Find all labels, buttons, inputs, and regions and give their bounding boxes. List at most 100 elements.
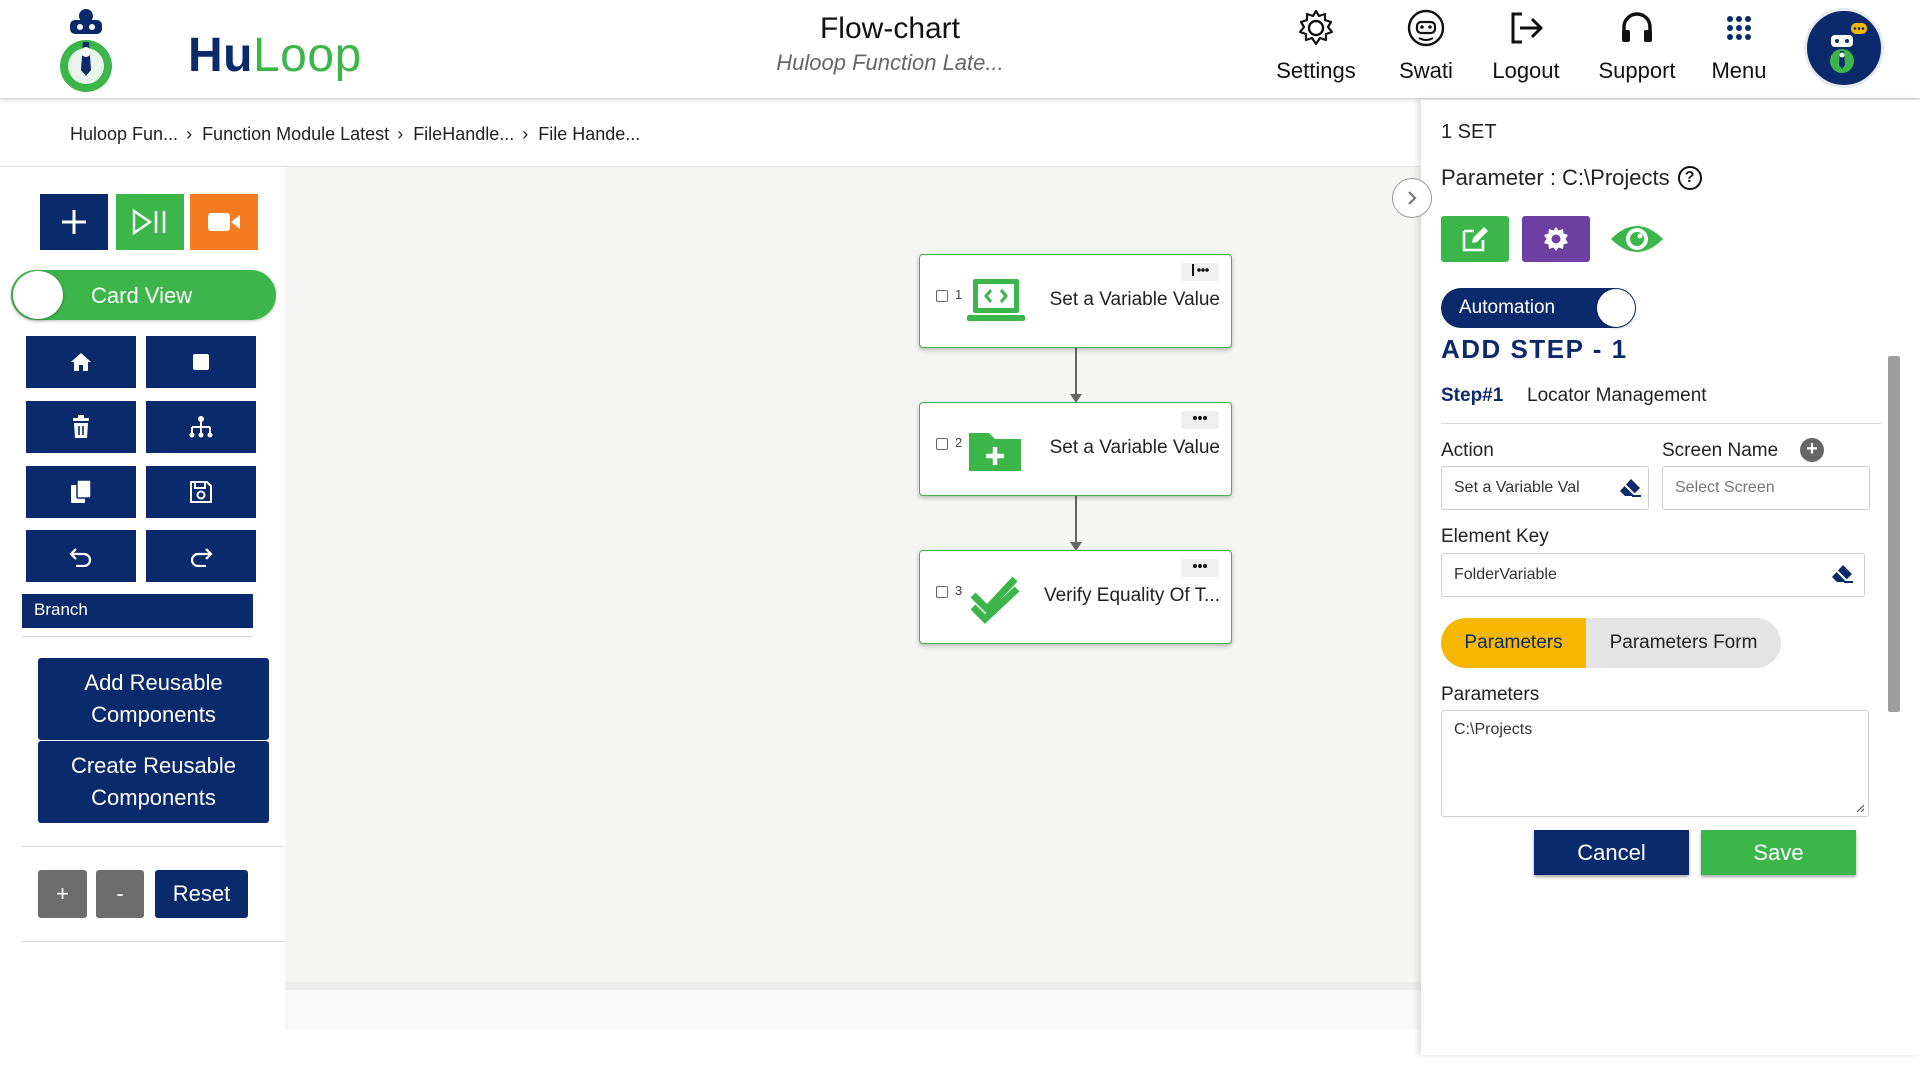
toggle-knob <box>13 271 63 319</box>
breadcrumb: Huloop Fun... › Function Module Latest ›… <box>70 124 640 145</box>
divider <box>22 941 284 942</box>
edit-step-button[interactable] <box>1441 216 1509 262</box>
reset-zoom-button[interactable]: Reset <box>155 870 248 918</box>
nav-user-swati[interactable]: Swati <box>1390 8 1462 88</box>
folder-plus-icon <box>969 433 1021 471</box>
home-button[interactable] <box>26 336 136 388</box>
undo-icon <box>69 548 92 567</box>
nav-logout[interactable]: Logout <box>1486 8 1566 88</box>
video-camera-icon <box>208 213 240 231</box>
copy-button[interactable] <box>26 466 136 518</box>
logout-icon <box>1511 12 1543 44</box>
stop-square-icon <box>193 354 209 370</box>
record-video-button[interactable] <box>190 194 258 250</box>
add-step-button[interactable] <box>40 194 108 250</box>
set-label: 1 SET <box>1441 121 1497 143</box>
step-checkbox[interactable] <box>936 586 948 598</box>
assistant-avatar[interactable] <box>1804 8 1884 88</box>
divider <box>1441 423 1881 424</box>
headset-icon <box>1622 12 1652 42</box>
canvas-scroll-area[interactable] <box>285 982 1421 1030</box>
play-pause-button[interactable] <box>116 194 184 250</box>
automation-toggle[interactable]: Automation <box>1441 288 1636 328</box>
action-label: Action <box>1441 440 1494 461</box>
save-button[interactable]: Save <box>1701 830 1856 875</box>
more-dots-icon <box>1193 416 1207 420</box>
laptop-code-icon <box>967 279 1025 321</box>
floppy-disk-icon <box>190 481 212 503</box>
step-options-button[interactable] <box>1181 263 1219 281</box>
chevron-right-icon <box>1408 191 1417 205</box>
step-name: Locator Management <box>1527 385 1707 406</box>
flow-step-card[interactable]: 2 Set a Variable Value <box>919 402 1232 496</box>
parameters-label: Parameters <box>1441 684 1540 705</box>
card-view-toggle[interactable]: Card View <box>11 270 276 320</box>
parameter-summary: Parameter : C:\Projects ? <box>1441 165 1702 191</box>
breadcrumb-item[interactable]: File Hande... <box>538 124 640 145</box>
create-reusable-components-button[interactable]: Create Reusable Components <box>38 741 269 823</box>
edit-pencil-icon <box>1462 227 1488 252</box>
element-key-field[interactable]: FolderVariable <box>1441 553 1865 597</box>
breadcrumb-item[interactable]: Huloop Fun... <box>70 124 178 145</box>
nav-support[interactable]: Support <box>1592 8 1682 88</box>
robot-logo-icon <box>60 9 112 92</box>
preview-button[interactable] <box>1603 216 1671 262</box>
top-header: HuLoop Flow-chart Huloop Function Late..… <box>0 0 1920 99</box>
auto-arrange-button[interactable] <box>146 401 256 453</box>
add-step-title: ADD STEP - 1 <box>1441 334 1628 364</box>
save-flow-button[interactable] <box>146 466 256 518</box>
copy-icon <box>71 479 92 503</box>
grid-menu-icon <box>1727 16 1751 40</box>
step-checkbox[interactable] <box>936 290 948 302</box>
sitemap-icon <box>189 416 213 438</box>
collapse-panel-button[interactable] <box>1392 178 1432 218</box>
page-subtitle: Huloop Function Late... <box>776 50 1004 75</box>
help-icon[interactable]: ? <box>1677 166 1702 190</box>
step-options-button[interactable] <box>1181 559 1219 577</box>
divider <box>22 636 253 637</box>
brand-name: HuLoop <box>188 29 362 82</box>
eraser-icon[interactable] <box>1830 563 1854 583</box>
parameters-textarea[interactable]: C:\Projects <box>1441 710 1869 817</box>
step-number: Step#1 <box>1441 385 1504 406</box>
nav-menu[interactable]: Menu <box>1706 8 1772 88</box>
zoom-in-button[interactable]: + <box>38 870 87 918</box>
step-options-button[interactable] <box>1181 411 1219 429</box>
trash-icon <box>73 415 89 438</box>
divider <box>22 846 284 847</box>
double-check-icon <box>970 576 1020 624</box>
eraser-icon[interactable] <box>1618 477 1642 497</box>
step-checkbox[interactable] <box>936 438 948 450</box>
zoom-out-button[interactable]: - <box>96 870 144 918</box>
redo-icon <box>190 548 213 567</box>
nav-settings[interactable]: Settings <box>1268 8 1364 88</box>
tab-parameters-form[interactable]: Parameters Form <box>1586 618 1781 668</box>
delete-button[interactable] <box>26 401 136 453</box>
breadcrumb-item[interactable]: FileHandle... <box>413 124 514 145</box>
cancel-button[interactable]: Cancel <box>1534 830 1689 875</box>
huloop-logo[interactable]: HuLoop <box>56 6 361 94</box>
stop-button[interactable] <box>146 336 256 388</box>
gear-icon <box>1544 227 1568 251</box>
add-reusable-components-button[interactable]: Add Reusable Components <box>38 658 269 740</box>
resize-handle-icon[interactable] <box>1855 803 1865 813</box>
chevron-right-icon: › <box>397 124 404 144</box>
element-key-label: Element Key <box>1441 526 1549 547</box>
more-dots-icon <box>1193 564 1207 568</box>
undo-button[interactable] <box>26 530 136 582</box>
page-title: Flow-chart <box>819 12 961 45</box>
flowchart-canvas[interactable] <box>285 167 1421 982</box>
add-screen-icon[interactable]: + <box>1800 438 1824 462</box>
flow-step-card[interactable]: 3 Verify Equality Of T... <box>919 550 1232 644</box>
step-settings-button[interactable] <box>1522 216 1590 262</box>
select-screen-dropdown[interactable]: Select Screen <box>1662 466 1870 510</box>
breadcrumb-item[interactable]: Function Module Latest <box>202 124 389 145</box>
panel-scrollbar[interactable] <box>1888 356 1900 712</box>
chevron-right-icon: › <box>522 124 529 144</box>
parameters-tabs: Parameters Parameters Form <box>1441 618 1781 668</box>
toggle-knob <box>1597 289 1635 327</box>
tab-parameters[interactable]: Parameters <box>1441 618 1586 668</box>
redo-button[interactable] <box>146 530 256 582</box>
branch-button[interactable]: Branch <box>22 594 253 628</box>
flow-step-card[interactable]: 1 Set a Variable Value <box>919 254 1232 348</box>
